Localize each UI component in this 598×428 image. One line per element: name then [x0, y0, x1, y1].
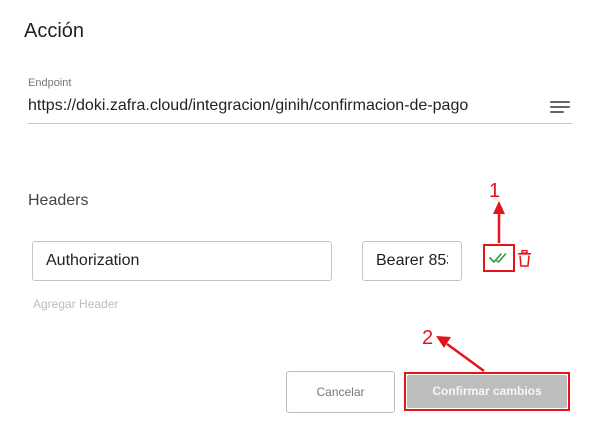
annotation-arrowhead-1: [493, 201, 505, 214]
confirm-changes-button[interactable]: Confirmar cambios: [407, 375, 567, 408]
annotation-arrowhead-2: [436, 336, 451, 348]
annotation-marker-2: 2: [422, 327, 434, 349]
endpoint-label: Endpoint: [28, 77, 72, 89]
headers-title: Headers: [28, 192, 89, 209]
header-value-input[interactable]: [362, 241, 462, 281]
trash-icon[interactable]: [517, 249, 532, 267]
header-key-input[interactable]: [32, 241, 332, 281]
dialog-title: Acción: [24, 20, 85, 42]
menu-lines-icon[interactable]: [550, 100, 570, 114]
annotation-arrow-2: [446, 342, 485, 373]
add-header-link[interactable]: Agregar Header: [33, 297, 118, 311]
double-check-icon[interactable]: [489, 251, 510, 265]
cancel-button[interactable]: Cancelar: [286, 371, 395, 413]
endpoint-underline: [28, 123, 572, 124]
annotation-arrows: [436, 201, 505, 373]
endpoint-field[interactable]: https://doki.zafra.cloud/integracion/gin…: [28, 96, 468, 116]
annotation-marker-1: 1: [489, 180, 501, 202]
